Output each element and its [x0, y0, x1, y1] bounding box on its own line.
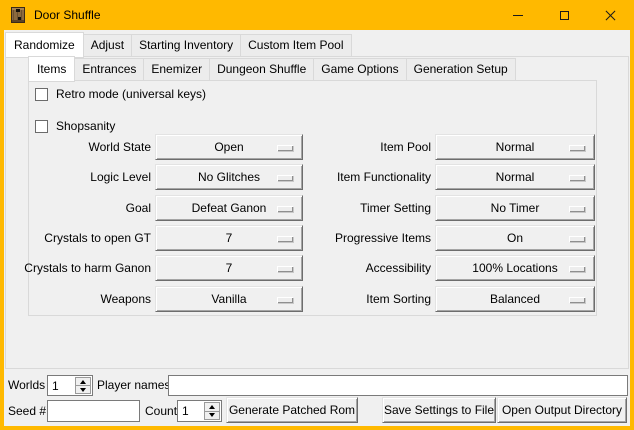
worlds-label: Worlds — [8, 375, 45, 396]
goal-dropdown[interactable]: Defeat Ganon — [155, 195, 303, 221]
down-arrow-icon — [209, 413, 215, 417]
tab-game-options[interactable]: Game Options — [313, 58, 406, 81]
up-arrow-icon — [209, 405, 215, 409]
minimize-icon — [513, 15, 523, 16]
player-names-label: Player names — [97, 375, 170, 396]
dropdown-indicator-icon — [569, 206, 585, 212]
item-functionality-label: Item Functionality — [283, 164, 431, 190]
item-sorting-dropdown[interactable]: Balanced — [435, 286, 595, 312]
tab-items[interactable]: Items — [28, 56, 75, 82]
weapons-label: Weapons — [9, 286, 151, 312]
maximize-icon — [560, 11, 569, 20]
logic-level-dropdown[interactable]: No Glitches — [155, 164, 303, 190]
logic-level-label: Logic Level — [9, 164, 151, 190]
tab-entrances[interactable]: Entrances — [74, 58, 144, 81]
player-names-input[interactable] — [168, 375, 628, 396]
item-pool-label: Item Pool — [283, 134, 431, 160]
window-title: Door Shuffle — [34, 0, 101, 30]
retro-mode-label: Retro mode (universal keys) — [56, 87, 206, 101]
seed-input[interactable] — [47, 400, 140, 422]
progressive-items-label: Progressive Items — [283, 225, 431, 251]
weapons-dropdown[interactable]: Vanilla — [155, 286, 303, 312]
tab-generation-setup[interactable]: Generation Setup — [406, 58, 516, 81]
accessibility-dropdown[interactable]: 100% Locations — [435, 255, 595, 281]
option-row: Goal Defeat Ganon Timer Setting No Timer — [29, 195, 598, 221]
count-down-button[interactable] — [204, 412, 220, 421]
open-output-directory-button[interactable]: Open Output Directory — [497, 397, 627, 423]
option-row: Crystals to harm Ganon 7 Accessibility 1… — [29, 255, 598, 281]
seed-label: Seed # — [8, 401, 46, 422]
world-state-dropdown[interactable]: Open — [155, 134, 303, 160]
save-settings-button[interactable]: Save Settings to File — [382, 397, 496, 423]
worlds-spinbox[interactable] — [47, 375, 93, 396]
crystals-open-gt-label: Crystals to open GT — [9, 225, 151, 251]
option-row: Weapons Vanilla Item Sorting Balanced — [29, 286, 598, 312]
shopsanity-label: Shopsanity — [56, 119, 115, 133]
close-button[interactable] — [587, 0, 633, 30]
app-window: Door Shuffle Randomize Adjust Starting I… — [0, 0, 634, 430]
dropdown-indicator-icon — [569, 266, 585, 272]
shopsanity-checkbox[interactable] — [35, 120, 48, 133]
crystals-open-gt-dropdown[interactable]: 7 — [155, 225, 303, 251]
tab-dungeon-shuffle[interactable]: Dungeon Shuffle — [209, 58, 314, 81]
close-icon — [604, 9, 617, 22]
window-controls — [495, 0, 633, 30]
titlebar[interactable]: Door Shuffle — [0, 0, 634, 30]
down-arrow-icon — [80, 388, 86, 392]
option-row: World State Open Item Pool Normal — [29, 134, 598, 160]
progressive-items-dropdown[interactable]: On — [435, 225, 595, 251]
item-sorting-label: Item Sorting — [283, 286, 431, 312]
window-content: Randomize Adjust Starting Inventory Cust… — [4, 30, 630, 426]
generate-patched-rom-button[interactable]: Generate Patched Rom — [226, 397, 358, 423]
timer-setting-dropdown[interactable]: No Timer — [435, 195, 595, 221]
option-row: Crystals to open GT 7 Progressive Items … — [29, 225, 598, 251]
count-label: Count — [145, 401, 177, 422]
goal-label: Goal — [9, 195, 151, 221]
count-up-button[interactable] — [204, 402, 220, 412]
door-icon — [10, 7, 26, 23]
retro-mode-checkbox[interactable] — [35, 88, 48, 101]
tab-enemizer[interactable]: Enemizer — [143, 58, 210, 81]
timer-setting-label: Timer Setting — [283, 195, 431, 221]
worlds-spinner — [75, 377, 91, 394]
accessibility-label: Accessibility — [283, 255, 431, 281]
crystals-harm-ganon-dropdown[interactable]: 7 — [155, 255, 303, 281]
shopsanity-row: Shopsanity — [35, 119, 115, 133]
items-pane: Retro mode (universal keys) Shopsanity W… — [28, 80, 597, 316]
sub-tab-bar: Items Entrances Enemizer Dungeon Shuffle… — [28, 54, 515, 81]
count-spinner — [204, 402, 220, 420]
item-pool-dropdown[interactable]: Normal — [435, 134, 595, 160]
up-arrow-icon — [80, 380, 86, 384]
maximize-button[interactable] — [541, 0, 587, 30]
item-functionality-dropdown[interactable]: Normal — [435, 164, 595, 190]
option-row: Logic Level No Glitches Item Functionali… — [29, 164, 598, 190]
worlds-up-button[interactable] — [75, 377, 91, 386]
dropdown-indicator-icon — [569, 236, 585, 242]
count-spinbox[interactable] — [177, 400, 222, 422]
dropdown-indicator-icon — [569, 175, 585, 181]
world-state-label: World State — [9, 134, 151, 160]
crystals-harm-ganon-label: Crystals to harm Ganon — [9, 255, 151, 281]
worlds-down-button[interactable] — [75, 386, 91, 394]
retro-mode-row: Retro mode (universal keys) — [35, 87, 206, 101]
dropdown-indicator-icon — [569, 297, 585, 303]
dropdown-indicator-icon — [569, 145, 585, 151]
minimize-button[interactable] — [495, 0, 541, 30]
